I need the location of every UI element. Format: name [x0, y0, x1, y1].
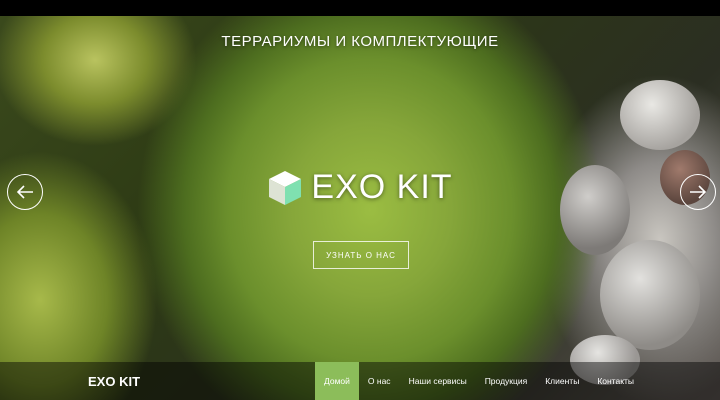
- nav-item-about[interactable]: О нас: [359, 362, 400, 400]
- nav-menu: Домой О нас Наши сервисы Продукция Клиен…: [315, 362, 643, 400]
- nav-item-services[interactable]: Наши сервисы: [400, 362, 476, 400]
- navbar: EXO KIT Домой О нас Наши сервисы Продукц…: [0, 362, 720, 400]
- top-bar: [0, 0, 720, 16]
- nav-item-clients[interactable]: Клиенты: [536, 362, 588, 400]
- logo-text: EXO KIT: [311, 168, 453, 206]
- brand-logo[interactable]: EXO KIT: [88, 362, 140, 400]
- hero-background: ТЕРРАРИУМЫ И КОМПЛЕКТУЮЩИЕ EXO KIT УЗНАТ…: [0, 0, 720, 400]
- logo: EXO KIT: [0, 168, 720, 207]
- page-title: ТЕРРАРИУМЫ И КОМПЛЕКТУЮЩИЕ: [221, 33, 499, 50]
- pebble-decoration: [600, 240, 700, 350]
- slider-next-button[interactable]: [680, 174, 716, 210]
- nav-item-home[interactable]: Домой: [315, 362, 359, 400]
- pebble-decoration: [620, 80, 700, 150]
- cube-icon: [269, 170, 302, 205]
- nav-item-products[interactable]: Продукция: [476, 362, 537, 400]
- slider-prev-button[interactable]: [7, 174, 43, 210]
- arrow-right-icon: [690, 185, 707, 199]
- arrow-left-icon: [16, 185, 33, 199]
- nav-item-contacts[interactable]: Контакты: [588, 362, 643, 400]
- about-us-button[interactable]: УЗНАТЬ О НАС: [313, 241, 409, 269]
